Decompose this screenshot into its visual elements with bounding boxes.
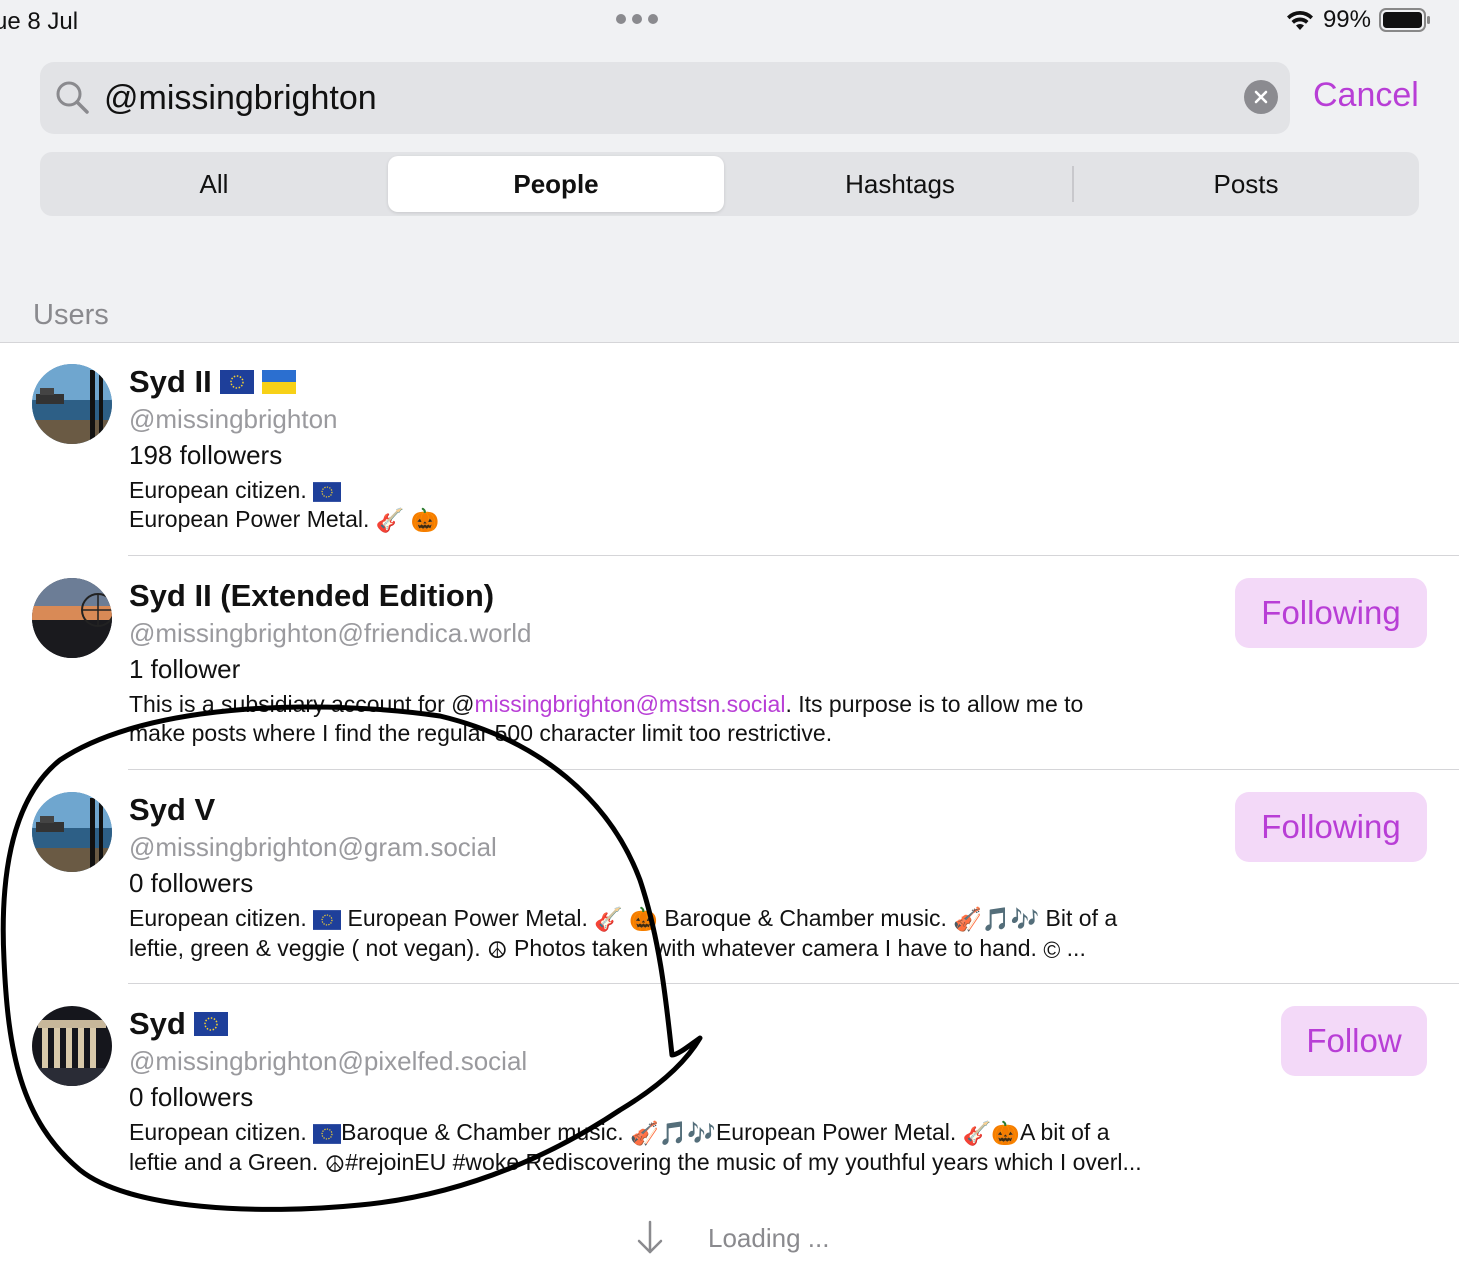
pumpkin-icon: 🎃	[629, 906, 658, 933]
bio-text: A bit of a	[1019, 1119, 1110, 1145]
bio-text: #rejoinEU #woke Rediscovering the music …	[345, 1149, 1142, 1176]
peace-icon: ☮	[487, 936, 508, 963]
music-note-icon: 🎵	[981, 906, 1011, 933]
bio-text: Photos taken with whatever camera I have…	[514, 935, 1037, 962]
loading-indicator: Loading ...	[636, 1220, 829, 1256]
music-note-icon: 🎵	[658, 1120, 688, 1147]
follow-button[interactable]: Follow	[1281, 1006, 1427, 1076]
divider	[128, 769, 1459, 770]
follower-count: 198 followers	[129, 440, 283, 470]
bio-text: Baroque & Chamber music.	[341, 1119, 624, 1145]
avatar[interactable]	[32, 1006, 112, 1086]
cancel-button[interactable]: Cancel	[1313, 76, 1419, 115]
bio-text: European citizen.	[129, 1119, 307, 1145]
search-icon	[56, 81, 89, 114]
guitar-icon: 🎸	[375, 507, 405, 534]
bio-text: leftie, green & veggie ( not vegan).	[129, 935, 481, 962]
display-name: Syd II	[129, 364, 296, 400]
violin-icon: 🎻	[630, 1120, 659, 1147]
status-date: ue 8 Jul	[0, 8, 79, 35]
display-name: Syd II (Extended Edition)	[129, 578, 495, 613]
eu-flag-icon	[313, 482, 342, 502]
bio-text: European citizen.	[129, 477, 307, 503]
wifi-icon	[1286, 10, 1313, 30]
bio-text: European citizen.	[129, 905, 307, 931]
follower-count: 0 followers	[129, 868, 254, 898]
search-input[interactable]	[104, 76, 1224, 120]
bio-text: This is a subsidiary account for @	[129, 691, 475, 717]
tab-people[interactable]: People	[388, 156, 724, 212]
tab-divider	[1072, 166, 1074, 202]
user-handle: @missingbrighton@friendica.world	[129, 618, 532, 648]
divider	[128, 555, 1459, 556]
follower-count: 0 followers	[129, 1082, 254, 1112]
bio-text: European Power Metal.	[347, 905, 588, 931]
user-handle: @missingbrighton@gram.social	[129, 832, 497, 862]
bio-text: . Its purpose is to allow me to	[785, 691, 1084, 717]
eu-flag-icon	[313, 910, 342, 930]
tab-hashtags[interactable]: Hashtags	[730, 156, 1070, 212]
status-indicators: 99%	[1285, 6, 1431, 34]
bio-text: Bit of a	[1045, 905, 1118, 931]
music-notes-icon: 🎶	[687, 1120, 716, 1147]
eu-flag-icon	[193, 1012, 228, 1036]
pumpkin-icon: 🎃	[991, 1120, 1020, 1147]
bio-text: Baroque & Chamber music.	[664, 905, 947, 931]
mention-link[interactable]: missingbrighton@mstsn.social	[474, 691, 785, 717]
display-name: Syd	[129, 1006, 228, 1042]
user-bio: European citizen. Baroque & Chamber musi…	[129, 1118, 1239, 1179]
arrow-down-icon	[637, 1220, 663, 1254]
display-name-text: Syd	[129, 1006, 186, 1041]
divider	[0, 342, 1459, 343]
violin-icon: 🎻	[953, 906, 982, 933]
bio-text: European Power Metal.	[715, 1119, 957, 1145]
avatar[interactable]	[32, 792, 112, 872]
search-scope-tabs: All People Hashtags Posts	[40, 152, 1419, 216]
multitasking-dots-icon[interactable]	[616, 14, 658, 24]
music-notes-icon: 🎶	[1010, 906, 1040, 933]
following-button[interactable]: Following	[1235, 792, 1427, 862]
user-bio: This is a subsidiary account for @missin…	[129, 690, 1239, 748]
user-bio: European citizen. European Power Metal. …	[129, 904, 1239, 965]
eu-flag-icon	[219, 370, 254, 394]
pumpkin-icon: 🎃	[410, 507, 440, 534]
bio-text: leftie and a Green.	[129, 1149, 319, 1176]
user-bio: European citizen. European Power Metal. …	[129, 476, 1239, 535]
section-header-users: Users	[33, 299, 109, 331]
avatar[interactable]	[32, 578, 112, 658]
user-handle: @missingbrighton	[129, 404, 338, 434]
guitar-icon: 🎸	[962, 1120, 992, 1147]
battery-percentage: 99%	[1322, 6, 1371, 33]
display-name: Syd V	[129, 792, 216, 827]
divider	[128, 983, 1459, 984]
avatar[interactable]	[32, 364, 112, 444]
tab-posts[interactable]: Posts	[1076, 156, 1416, 212]
copyright-icon: ©	[1043, 936, 1061, 963]
display-name-text: Syd II	[129, 364, 212, 399]
guitar-icon: 🎸	[594, 906, 623, 933]
follower-count: 1 follower	[129, 654, 241, 684]
battery-icon	[1379, 8, 1430, 32]
peace-icon: ☮	[324, 1150, 346, 1177]
loading-text: Loading ...	[708, 1222, 830, 1253]
search-bar[interactable]	[40, 62, 1290, 134]
following-button[interactable]: Following	[1235, 578, 1427, 648]
bio-text: make posts where I find the regular 500 …	[129, 720, 833, 746]
bio-text: European Power Metal.	[129, 506, 370, 532]
user-handle: @missingbrighton@pixelfed.social	[129, 1046, 528, 1076]
ukraine-flag-icon	[261, 370, 296, 394]
bio-text: ...	[1066, 935, 1086, 962]
tab-all[interactable]: All	[44, 156, 384, 212]
eu-flag-icon	[313, 1124, 342, 1144]
clear-search-icon[interactable]	[1244, 80, 1278, 114]
